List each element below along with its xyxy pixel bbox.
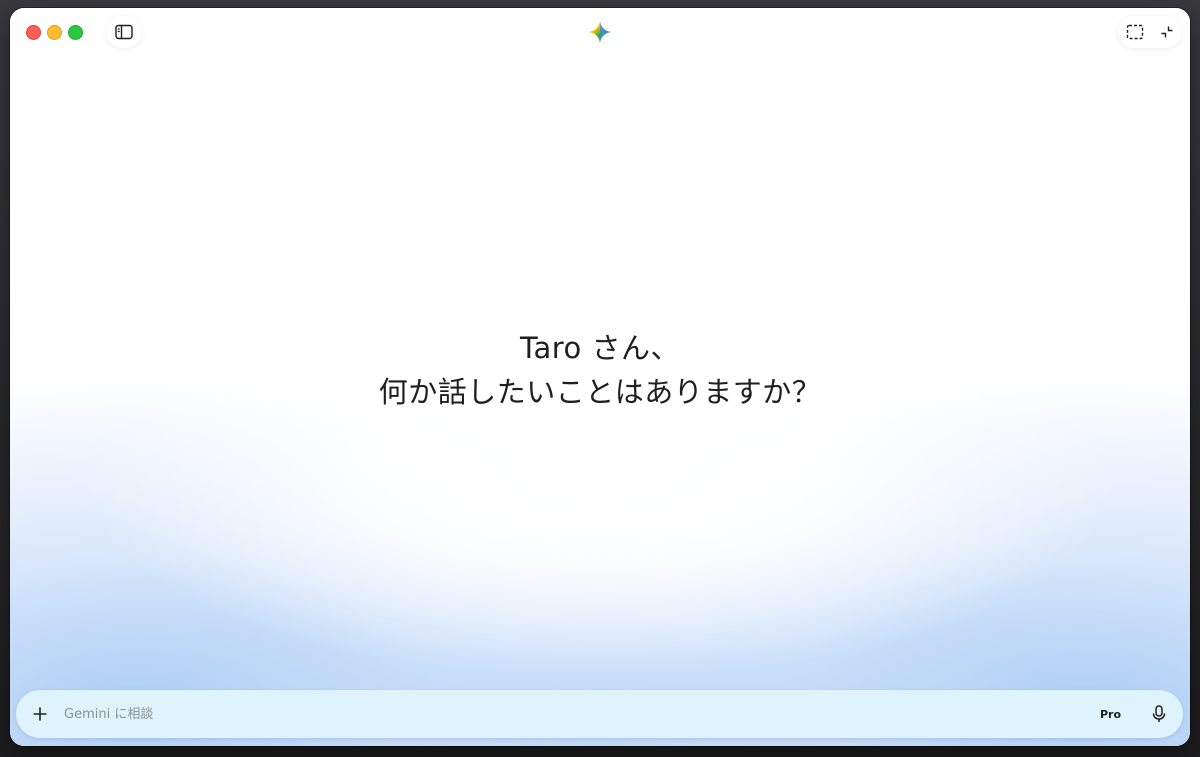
gemini-window: Taro さん、 何か話したいことはありますか？ Pro	[10, 8, 1190, 746]
microphone-icon	[1152, 705, 1166, 722]
greeting-line-2: 何か話したいことはありますか？	[378, 375, 822, 409]
window-controls-group	[1118, 16, 1182, 48]
gemini-sparkle-icon	[589, 21, 611, 43]
collapse-window-icon[interactable]	[1159, 24, 1175, 40]
greeting-message: Taro さん、 何か話したいことはありますか？	[10, 326, 1190, 414]
screen-capture-icon[interactable]	[1126, 24, 1144, 40]
minimize-window-button[interactable]	[47, 25, 62, 40]
microphone-button[interactable]	[1141, 696, 1177, 732]
plus-icon	[33, 707, 47, 721]
greeting-line-1: Taro さん、	[520, 331, 680, 365]
prompt-bar: Pro	[16, 690, 1183, 738]
sidebar-toggle-button[interactable]	[106, 16, 142, 48]
sidebar-toggle-icon	[115, 24, 133, 40]
prompt-input[interactable]	[62, 706, 1100, 722]
zoom-window-button[interactable]	[68, 25, 83, 40]
add-attachment-button[interactable]	[18, 692, 62, 736]
close-window-button[interactable]	[26, 25, 41, 40]
model-mode-button[interactable]: Pro	[1100, 708, 1121, 721]
